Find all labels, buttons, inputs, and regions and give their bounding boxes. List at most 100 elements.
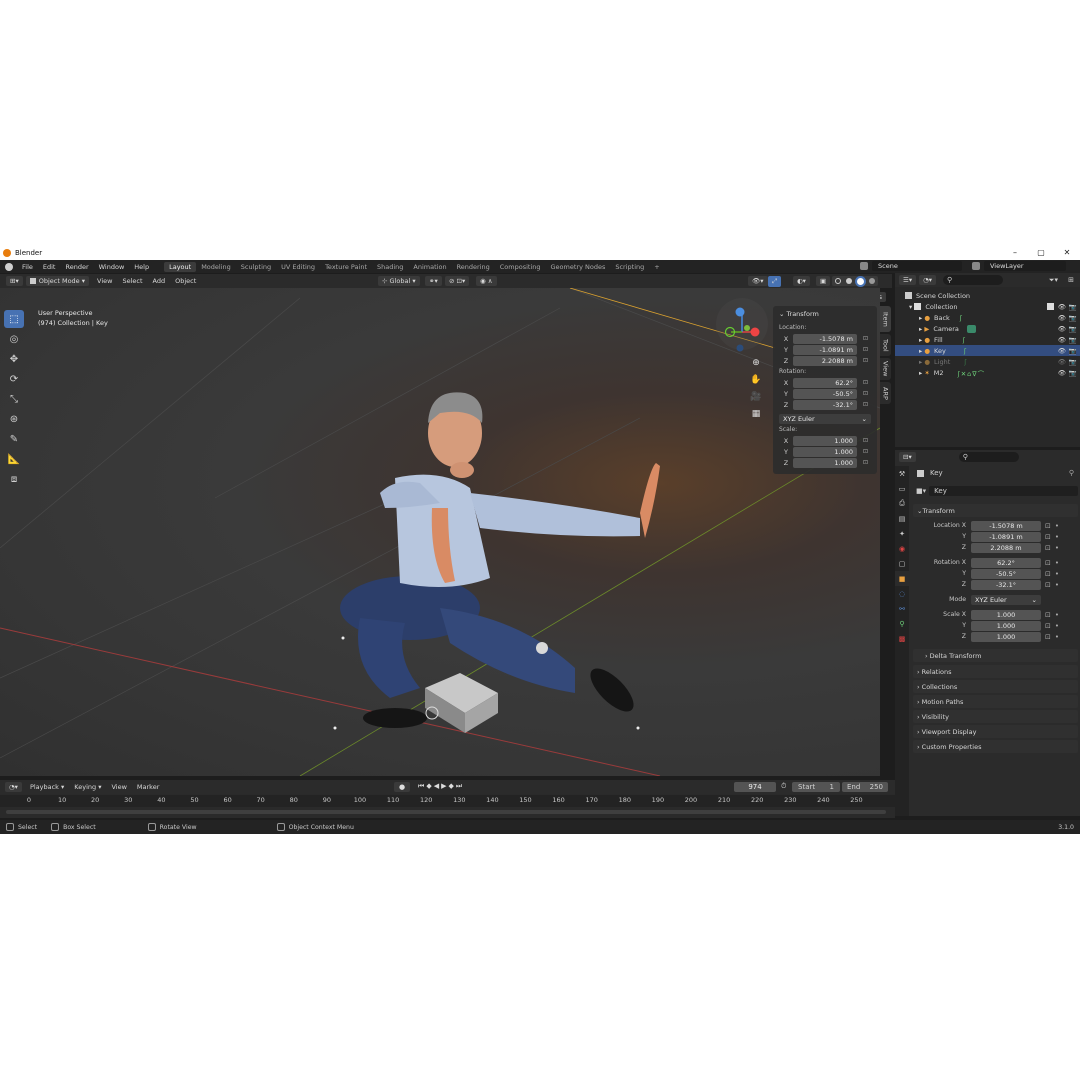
- timeline-ruler[interactable]: 0 10 20 30 40 50 60 70 80 90 100 110 120 130 140 150 160…: [0, 795, 895, 807]
- object-name-field[interactable]: Key: [929, 486, 1078, 496]
- prev-keyframe-icon[interactable]: ◆: [426, 782, 433, 790]
- timeline-menu-playback[interactable]: Playback ▾: [25, 783, 69, 791]
- outliner-item-fill[interactable]: ▸ ● Fill ʃ 👁 📷: [895, 334, 1080, 345]
- rotate-tool-icon[interactable]: ⟳: [4, 370, 24, 388]
- proportional-edit-toggle[interactable]: ◉ ∧: [476, 276, 497, 286]
- xray-toggle[interactable]: ▣: [816, 276, 831, 286]
- tab-uv-editing[interactable]: UV Editing: [276, 262, 320, 272]
- camera-view-icon[interactable]: 🎥: [749, 392, 763, 409]
- keyframe-dot-icon[interactable]: •: [1055, 611, 1059, 619]
- tab-scripting[interactable]: Scripting: [610, 262, 649, 272]
- tab-compositing[interactable]: Compositing: [495, 262, 546, 272]
- menu-window[interactable]: Window: [94, 263, 130, 271]
- camera-render-icon[interactable]: 📷: [1069, 325, 1077, 333]
- add-workspace-icon[interactable]: +: [649, 262, 664, 272]
- prop-rotation-z-field[interactable]: -32.1°: [971, 579, 1041, 590]
- play-reverse-icon[interactable]: ◀: [434, 782, 441, 790]
- camera-render-icon[interactable]: 📷: [1069, 303, 1077, 311]
- tab-layout[interactable]: Layout: [164, 261, 197, 272]
- lock-icon[interactable]: ⊡: [1045, 559, 1051, 567]
- eye-icon[interactable]: 👁: [1058, 336, 1066, 344]
- tab-geometry-nodes[interactable]: Geometry Nodes: [546, 262, 611, 272]
- menu-render[interactable]: Render: [60, 263, 93, 271]
- npanel-location-z-field[interactable]: 2.2088 m: [793, 355, 857, 366]
- object-browse-icon[interactable]: ■▾: [916, 487, 926, 495]
- outliner-item-m2[interactable]: ▸ ✶ M2 ʃ✕⌂∇⌒ 👁 📷: [895, 367, 1080, 378]
- transform-section-header[interactable]: ⌄ Transform: [913, 504, 1078, 517]
- tab-animation[interactable]: Animation: [408, 262, 451, 272]
- rendered-shading-icon[interactable]: [869, 278, 876, 284]
- outliner-search-input[interactable]: ⚲: [943, 275, 1004, 285]
- keyframe-dot-icon[interactable]: •: [1055, 570, 1059, 578]
- minimize-icon[interactable]: –: [1002, 246, 1028, 260]
- tab-rendering[interactable]: Rendering: [452, 262, 495, 272]
- outliner-item-camera[interactable]: ▸ ▶ Camera 👁 📷: [895, 323, 1080, 334]
- outliner-item-key[interactable]: ▸ ● Key ʃ 👁 📷: [895, 345, 1080, 356]
- lock-icon[interactable]: ⊡: [1045, 611, 1051, 619]
- next-keyframe-icon[interactable]: ◆: [448, 782, 455, 790]
- outliner-display-mode-icon[interactable]: ◔▾: [919, 275, 937, 285]
- checkbox-icon[interactable]: [1047, 303, 1054, 310]
- prop-scale-x-field[interactable]: 1.000: [971, 609, 1041, 620]
- lock-icon[interactable]: ⊡: [863, 346, 871, 354]
- scene-tab-icon[interactable]: ✦: [895, 526, 909, 541]
- menu-file[interactable]: File: [17, 263, 38, 271]
- collections-section[interactable]: › Collections: [913, 680, 1078, 693]
- eye-icon[interactable]: 👁: [1058, 369, 1066, 377]
- viewport-display-section[interactable]: › Viewport Display: [913, 725, 1078, 738]
- lock-icon[interactable]: ⊡: [1045, 581, 1051, 589]
- perspective-grid-icon[interactable]: ▦: [749, 409, 763, 426]
- constraints-tab-icon[interactable]: ⚯: [895, 601, 909, 616]
- lock-icon[interactable]: ⊡: [863, 401, 871, 409]
- blender-menu-icon[interactable]: [5, 262, 13, 271]
- object-data-tab-icon[interactable]: ⚲: [895, 616, 909, 631]
- lock-icon[interactable]: ⊡: [863, 357, 871, 365]
- prop-location-y-field[interactable]: -1.0891 m: [971, 531, 1041, 542]
- viewport-menu-object[interactable]: Object: [170, 277, 201, 285]
- sidebar-tab-item[interactable]: Item: [880, 306, 891, 332]
- cursor-tool-icon[interactable]: ◎: [4, 330, 24, 348]
- lock-icon[interactable]: ⊡: [863, 459, 871, 467]
- npanel-rotation-y-field[interactable]: -50.5°: [793, 388, 857, 399]
- relations-section[interactable]: › Relations: [913, 665, 1078, 678]
- cube-object[interactable]: [425, 673, 498, 733]
- camera-render-icon[interactable]: 📷: [1069, 336, 1077, 344]
- lock-icon[interactable]: ⊡: [1045, 633, 1051, 641]
- tool-tab-icon[interactable]: ⚒: [895, 466, 909, 481]
- collection-tab-icon[interactable]: ▢: [895, 556, 909, 571]
- jump-end-icon[interactable]: ⏭: [456, 782, 464, 790]
- texture-tab-icon[interactable]: ▩: [895, 631, 909, 646]
- snap-toggle[interactable]: ⊘ ⊡▾: [445, 276, 470, 286]
- tab-shading[interactable]: Shading: [372, 262, 408, 272]
- eye-icon[interactable]: 👁: [1058, 347, 1066, 355]
- sidebar-tab-arp[interactable]: ARP: [880, 382, 891, 404]
- properties-search-input[interactable]: ⚲: [958, 452, 1019, 462]
- custom-properties-section[interactable]: › Custom Properties: [913, 740, 1078, 753]
- pivot-dropdown[interactable]: ⚭▾: [425, 276, 442, 286]
- view-layer-selector[interactable]: ViewLayer: [984, 261, 1066, 271]
- scene-selector[interactable]: Scene: [872, 261, 962, 271]
- lock-icon[interactable]: ⊡: [863, 448, 871, 456]
- move-tool-icon[interactable]: ✥: [4, 350, 24, 368]
- npanel-rotation-x-field[interactable]: 62.2°: [793, 377, 857, 388]
- timeline-scrollbar[interactable]: [6, 810, 886, 814]
- maximize-icon[interactable]: ▢: [1028, 246, 1054, 260]
- camera-render-icon[interactable]: 📷: [1069, 358, 1077, 366]
- viewport-menu-add[interactable]: Add: [148, 277, 171, 285]
- render-tab-icon[interactable]: ▭: [895, 481, 909, 496]
- eye-icon[interactable]: 👁: [1058, 314, 1066, 322]
- timeline-editor-type-icon[interactable]: ◔▾: [5, 782, 22, 792]
- motion-paths-section[interactable]: › Motion Paths: [913, 695, 1078, 708]
- visibility-section[interactable]: › Visibility: [913, 710, 1078, 723]
- lock-icon[interactable]: ⊡: [863, 379, 871, 387]
- material-shading-icon[interactable]: [857, 277, 865, 285]
- solid-shading-icon[interactable]: [845, 278, 852, 284]
- outliner-scene-collection[interactable]: Scene Collection: [895, 290, 1080, 301]
- visibility-dropdown[interactable]: 👁▾: [748, 276, 768, 286]
- lock-icon[interactable]: ⊡: [863, 390, 871, 398]
- overlay-toggle[interactable]: ◐▾: [793, 276, 810, 286]
- zoom-icon[interactable]: ⊕: [749, 358, 763, 375]
- eye-icon[interactable]: 👁: [1058, 303, 1066, 311]
- lock-icon[interactable]: ⊡: [1045, 544, 1051, 552]
- npanel-rotation-z-field[interactable]: -32.1°: [793, 399, 857, 410]
